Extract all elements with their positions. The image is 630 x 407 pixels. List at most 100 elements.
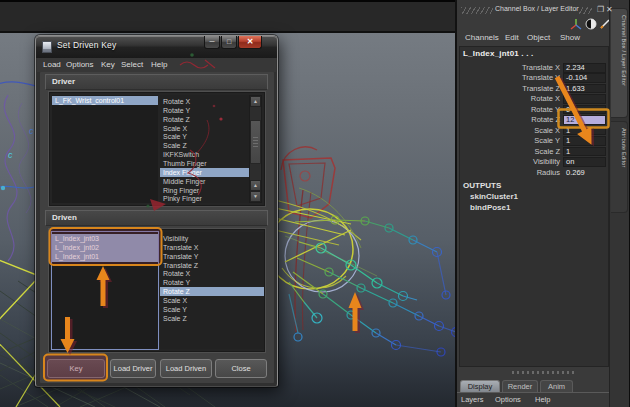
dialog-title: Set Driven Key: [57, 40, 117, 50]
driven-attr-item[interactable]: Rotate Y: [160, 278, 264, 287]
channel-value[interactable]: 1.633: [563, 84, 606, 94]
driver-attr-item[interactable]: Scale Z: [160, 141, 249, 150]
set-driven-key-window: Set Driven Key ─ □ ✕ Load Options Key Se…: [35, 35, 278, 387]
driven-attr-item[interactable]: Translate Z: [160, 261, 264, 270]
panel-icon-row: [457, 17, 609, 31]
driven-attr-item[interactable]: Scale Y: [160, 305, 264, 314]
driven-attr-item[interactable]: Scale Z: [160, 314, 264, 323]
channel-value[interactable]: 1: [563, 136, 606, 146]
driven-label: Driven: [52, 213, 77, 222]
driver-attr-item[interactable]: Scale X: [160, 124, 249, 133]
svg-text:c: c: [8, 150, 13, 160]
panel-title: Channel Box / Layer Editor: [495, 5, 579, 12]
tab-channel-box-layer-editor[interactable]: Channel Box / Layer Editor: [611, 8, 628, 118]
driven-attr-item[interactable]: Translate Y: [160, 252, 264, 261]
close-dialog-button[interactable]: Close: [215, 359, 267, 378]
driven-attr-item[interactable]: Translate X: [160, 243, 264, 252]
driver-section-header[interactable]: Driver: [45, 74, 268, 90]
driver-attr-item[interactable]: Scale Y: [160, 132, 249, 141]
driven-object-item[interactable]: L_Index_jnt01: [52, 252, 158, 261]
menu-show[interactable]: Show: [560, 33, 580, 42]
driver-attr-item[interactable]: IKFKSwitch: [160, 150, 249, 159]
minimize-button[interactable]: ─: [204, 36, 220, 49]
tab-divider: [457, 392, 609, 393]
channel-label: Radius: [537, 168, 560, 178]
driven-object-list[interactable]: L_Index_jnt03 L_Index_jnt02 L_Index_jnt0…: [52, 232, 158, 349]
menu-object[interactable]: Object: [527, 33, 550, 42]
channel-value[interactable]: -0.104: [563, 73, 606, 83]
driver-attr-item-selected[interactable]: Index Finger: [160, 168, 249, 177]
channel-value[interactable]: 0.269: [563, 168, 606, 178]
driver-object-list[interactable]: L_FK_Wrist_control01: [52, 95, 158, 203]
channel-value-rotate-z[interactable]: 12: [563, 115, 606, 125]
output-item[interactable]: bindPose1: [470, 203, 510, 212]
scroll-up-button2[interactable]: ▲: [250, 180, 261, 191]
key-button[interactable]: Key: [47, 359, 105, 378]
channel-label: Rotate X: [531, 94, 560, 104]
channel-label: Rotate Y: [531, 105, 560, 115]
channel-value[interactable]: 0: [563, 94, 606, 104]
menu-help[interactable]: Help: [151, 60, 167, 69]
scroll-down-button[interactable]: ▼: [250, 191, 261, 202]
load-driven-button[interactable]: Load Driven: [160, 359, 212, 378]
driven-lists: L_Index_jnt03 L_Index_jnt02 L_Index_jnt0…: [49, 229, 265, 352]
driver-attr-item[interactable]: Ring Finger: [160, 186, 249, 195]
window-icon: [42, 41, 52, 53]
channel-box-body: L_Index_jnt01 . . . Translate X2.234 Tra…: [459, 46, 609, 367]
close-panel-icon[interactable]: ✕: [606, 5, 613, 14]
driven-attr-item[interactable]: Scale X: [160, 296, 264, 305]
driver-attr-list[interactable]: Rotate X Rotate Y Rotate Z Scale X Scale…: [160, 95, 249, 203]
menu-layer-help[interactable]: Help: [535, 395, 550, 404]
channel-label: Translate Z: [522, 84, 560, 94]
menu-channels[interactable]: Channels: [465, 33, 499, 42]
load-driver-button[interactable]: Load Driver: [110, 359, 156, 378]
scroll-thumb[interactable]: [250, 120, 261, 164]
channel-label: Translate X: [522, 63, 560, 73]
driven-section-header[interactable]: Driven: [45, 210, 268, 226]
menu-key[interactable]: Key: [101, 60, 115, 69]
outputs-label: OUTPUTS: [463, 181, 501, 190]
drag-handle-texture: [578, 7, 592, 14]
channel-label: Scale Z: [535, 147, 560, 157]
driver-attr-scrollbar[interactable]: ▲ ▲ ▼: [249, 95, 262, 203]
menu-options[interactable]: Options: [66, 60, 94, 69]
dialog-titlebar[interactable]: Set Driven Key ─ □ ✕: [36, 36, 277, 58]
driver-attr-item[interactable]: Middle Finger: [160, 177, 249, 186]
menu-layer-options[interactable]: Options: [495, 395, 521, 404]
tab-attribute-editor[interactable]: Attribute Editor: [611, 121, 628, 213]
maximize-button[interactable]: □: [221, 36, 237, 49]
driven-attr-item-selected[interactable]: Rotate Z: [160, 287, 264, 296]
output-item[interactable]: skinCluster1: [470, 192, 518, 201]
channel-value[interactable]: 0: [563, 105, 606, 115]
driver-attr-item[interactable]: Thumb Finger: [160, 159, 249, 168]
driver-attr-item[interactable]: Rotate X: [160, 97, 249, 106]
driver-attr-item[interactable]: Pinky Finger: [160, 194, 249, 203]
driven-object-item[interactable]: L_Index_jnt02: [52, 243, 158, 252]
driver-attr-item[interactable]: Rotate Z: [160, 115, 249, 124]
menu-layers[interactable]: Layers: [461, 395, 484, 404]
driver-label: Driver: [52, 77, 75, 86]
menu-edit[interactable]: Edit: [505, 33, 519, 42]
contrast-icon[interactable]: [585, 18, 597, 30]
close-button[interactable]: ✕: [238, 36, 262, 49]
axis-icon[interactable]: [570, 18, 582, 30]
restore-panel-icon[interactable]: ❐: [597, 5, 604, 14]
driven-object-item[interactable]: L_Index_jnt03: [52, 234, 158, 243]
menu-select[interactable]: Select: [121, 60, 143, 69]
panel-splitter-handle[interactable]: [512, 371, 574, 374]
scroll-up-button[interactable]: ▲: [250, 96, 261, 107]
driver-attr-item[interactable]: Rotate Y: [160, 106, 249, 115]
panel-header[interactable]: Channel Box / Layer Editor ❐ ✕: [457, 2, 609, 17]
menu-load[interactable]: Load: [43, 60, 61, 69]
channel-object-name[interactable]: L_Index_jnt01 . . .: [463, 49, 534, 58]
driven-attr-item[interactable]: Rotate X: [160, 269, 264, 278]
driven-attr-list[interactable]: Visibility Translate X Translate Y Trans…: [160, 232, 264, 349]
channel-value[interactable]: on: [563, 157, 606, 167]
channel-value[interactable]: 2.234: [563, 63, 606, 73]
svg-text:c: c: [29, 126, 34, 136]
channel-box-panel: Channel Box / Layer Editor ❐ ✕ Channels …: [455, 0, 630, 407]
driven-attr-item[interactable]: Visibility: [160, 234, 264, 243]
driver-object-item[interactable]: L_FK_Wrist_control01: [52, 96, 158, 105]
channel-value[interactable]: 1: [563, 126, 606, 136]
channel-value[interactable]: 1: [563, 147, 606, 157]
